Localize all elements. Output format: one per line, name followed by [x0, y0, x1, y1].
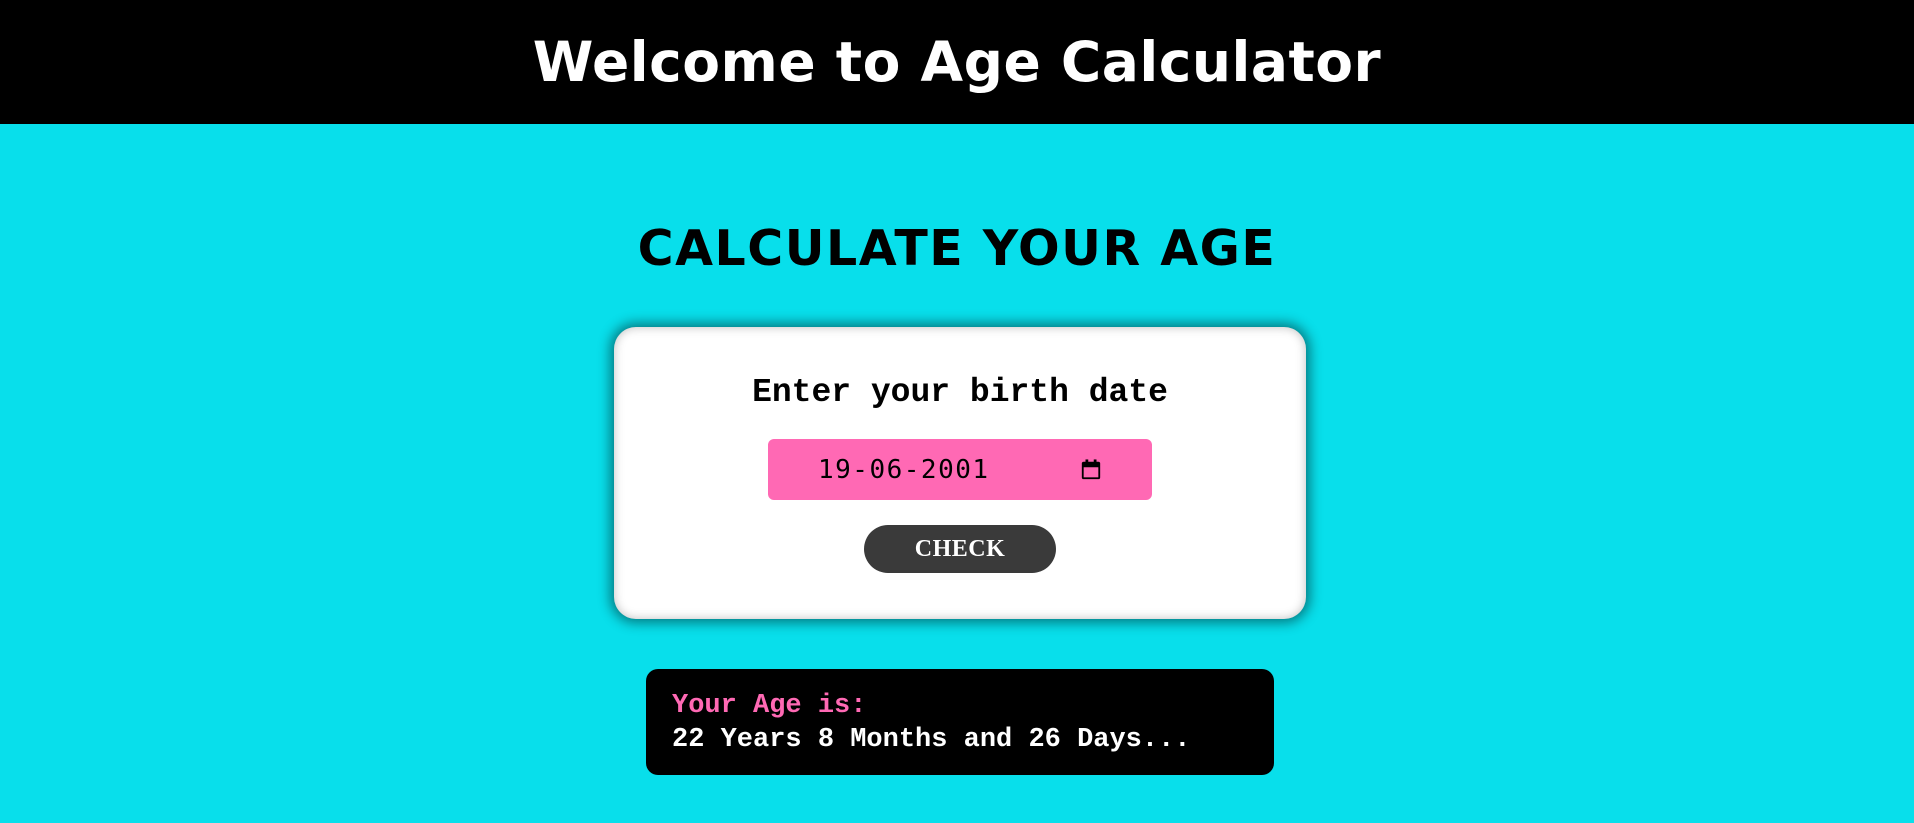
age-form-card: Enter your birth date 19-06-2001 CHECK [614, 327, 1306, 619]
calendar-icon[interactable] [1080, 459, 1102, 481]
page-title: CALCULATE YOUR AGE [637, 220, 1277, 277]
birth-date-input[interactable]: 19-06-2001 [768, 439, 1152, 500]
birth-date-label: Enter your birth date [752, 374, 1168, 411]
site-header: Welcome to Age Calculator [0, 0, 1914, 124]
check-button[interactable]: CHECK [864, 525, 1056, 573]
site-title: Welcome to Age Calculator [532, 30, 1382, 94]
result-value: 22 Years 8 Months and 26 Days... [672, 725, 1191, 755]
result-label: Your Age is: [672, 691, 867, 721]
result-box: Your Age is: 22 Years 8 Months and 26 Da… [646, 669, 1274, 775]
birth-date-value: 19-06-2001 [818, 454, 990, 485]
